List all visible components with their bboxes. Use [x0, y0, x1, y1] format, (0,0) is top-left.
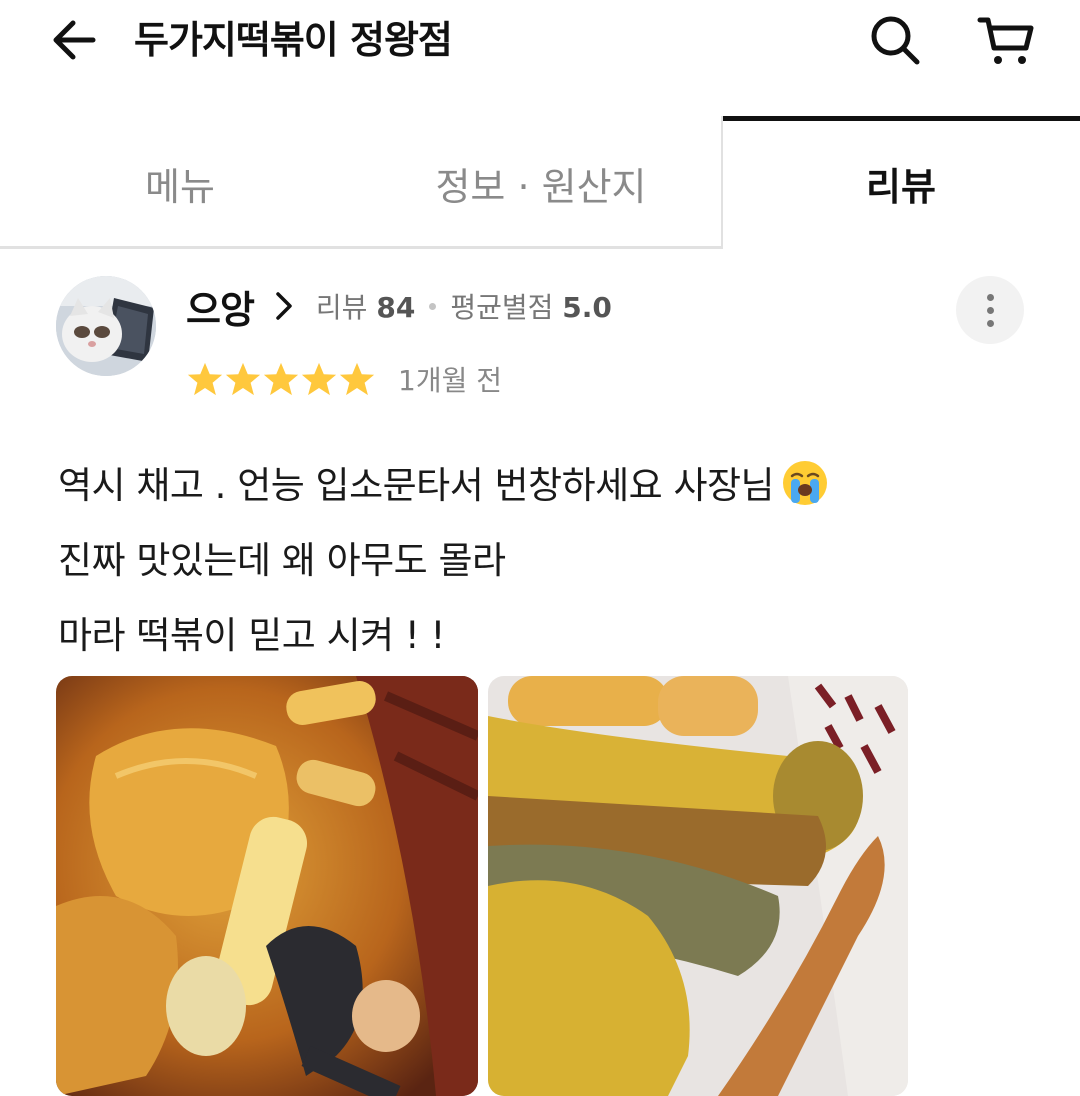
cat-avatar-image: [56, 276, 156, 376]
crying-face-emoji-icon: [783, 461, 828, 505]
tab-bar: 메뉴 정보 · 원산지 리뷰: [0, 116, 1080, 250]
reviewer-name[interactable]: 으앙: [186, 279, 255, 334]
review-count-label: 리뷰: [315, 291, 368, 324]
reviewer-info: 으앙 리뷰 84 평균별점 5.0: [186, 278, 612, 334]
review-count-value: 84: [376, 291, 416, 324]
review-line-2: 진짜 맛있는데 왜 아무도 몰라: [58, 539, 506, 582]
more-dot: [986, 293, 994, 301]
review-date: 1개월 전: [398, 364, 502, 397]
arrow-left-icon: [53, 20, 96, 60]
tab-info-origin[interactable]: 정보 · 원산지: [360, 120, 722, 246]
avg-rating-label: 평균별점: [450, 291, 554, 324]
review-line-1: 역시 채고 . 언능 입소문타서 번창하세요 사장님: [58, 448, 1038, 523]
review-body: 역시 채고 . 언능 입소문타서 번창하세요 사장님 진짜 맛있는데 왜 아무도…: [58, 448, 1038, 673]
separator-dot: [429, 302, 437, 310]
star-icon: [263, 362, 299, 396]
search-icon: [871, 16, 920, 65]
tab-review[interactable]: 리뷰: [722, 120, 1080, 246]
review-line-3: 마라 떡볶이 믿고 시켜 ! !: [58, 614, 445, 657]
more-dot: [986, 319, 994, 327]
avg-rating: 평균별점 5.0: [450, 286, 612, 326]
more-dot: [986, 306, 994, 314]
top-app-bar: 두가지떡볶이 정왕점: [0, 0, 1080, 80]
store-title: 두가지떡볶이 정왕점: [134, 18, 453, 62]
star-icon: [339, 362, 375, 396]
review-photo-tteokbokki[interactable]: [56, 676, 478, 1096]
review-photo-fried-food[interactable]: [488, 676, 908, 1096]
avg-rating-value: 5.0: [562, 291, 612, 324]
tab-info-label: 정보 · 원산지: [435, 164, 647, 209]
rating-row: 1개월 전: [186, 356, 502, 402]
avatar[interactable]: [56, 276, 156, 376]
fried-food-photo-image: [488, 676, 908, 1096]
cart-button[interactable]: [972, 8, 1040, 72]
tteokbokki-photo-image: [56, 676, 478, 1096]
tab-review-label: 리뷰: [866, 164, 936, 209]
search-button[interactable]: [862, 8, 928, 72]
star-rating: [186, 360, 376, 398]
tab-menu[interactable]: 메뉴: [0, 120, 360, 246]
chevron-right-icon[interactable]: [274, 291, 294, 321]
star-icon: [187, 362, 223, 396]
star-icon: [225, 362, 261, 396]
more-options-button[interactable]: [956, 276, 1024, 344]
star-icon: [301, 362, 337, 396]
cart-icon: [977, 17, 1034, 64]
back-button[interactable]: [46, 12, 102, 68]
review-count: 리뷰 84: [316, 286, 415, 326]
tab-bar-border: [0, 246, 722, 249]
tab-menu-label: 메뉴: [145, 164, 215, 209]
